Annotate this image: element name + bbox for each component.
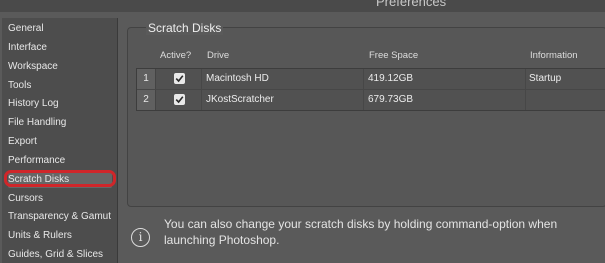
sidebar-item-history-log[interactable]: History Log: [8, 96, 59, 112]
preferences-sidebar: General Interface Workspace Tools Histor…: [2, 18, 118, 263]
column-header-information: Information: [530, 50, 578, 61]
sidebar-item-cursors[interactable]: Cursors: [8, 191, 43, 207]
checkmark-icon: [175, 75, 184, 83]
sidebar-item-guides-grid-slices[interactable]: Guides, Grid & Slices: [8, 247, 103, 263]
sidebar-item-general[interactable]: General: [8, 21, 44, 37]
sidebar-item-units-rulers[interactable]: Units & Rulers: [8, 228, 72, 244]
sidebar-item-export[interactable]: Export: [8, 134, 37, 150]
sidebar-item-transparency-gamut[interactable]: Transparency & Gamut: [8, 209, 111, 225]
scratch-disks-table: 1 Macintosh HD 419.12GB Startup 2 JKostS…: [136, 68, 605, 111]
sidebar-item-workspace[interactable]: Workspace: [8, 59, 58, 75]
information-value: Startup: [529, 73, 562, 84]
drive-name: Macintosh HD: [206, 73, 269, 84]
scratch-disks-group-title: Scratch Disks: [146, 21, 224, 35]
drive-name: JKostScratcher: [206, 94, 274, 105]
window-title: Preferences: [376, 0, 447, 9]
info-message: You can also change your scratch disks b…: [164, 217, 558, 247]
sidebar-item-file-handling[interactable]: File Handling: [8, 115, 66, 131]
window-titlebar: Preferences: [0, 0, 605, 12]
checkmark-icon: [175, 96, 184, 104]
active-checkbox[interactable]: [174, 94, 185, 105]
info-icon: i: [131, 228, 150, 247]
row-index: 2: [137, 90, 156, 110]
column-header-drive: Drive: [207, 50, 230, 61]
free-space-value: 679.73GB: [368, 94, 414, 105]
column-header-active: Active?: [160, 50, 192, 61]
sidebar-item-tools[interactable]: Tools: [8, 78, 31, 94]
table-row[interactable]: 1 Macintosh HD 419.12GB Startup: [137, 69, 605, 89]
table-row[interactable]: 2 JKostScratcher 679.73GB: [137, 89, 605, 110]
row-index: 1: [137, 69, 156, 89]
sidebar-item-performance[interactable]: Performance: [8, 153, 65, 169]
sidebar-item-scratch-disks[interactable]: Scratch Disks: [4, 170, 116, 188]
free-space-value: 419.12GB: [368, 73, 414, 84]
active-checkbox[interactable]: [174, 73, 185, 84]
column-header-free-space: Free Space: [369, 50, 419, 61]
sidebar-item-interface[interactable]: Interface: [8, 40, 47, 56]
